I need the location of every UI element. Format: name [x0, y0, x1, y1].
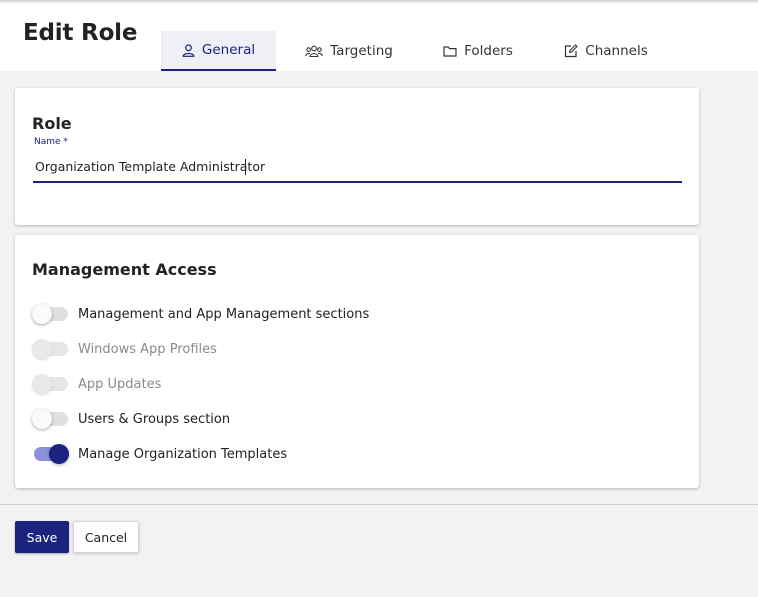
windows-app-profiles-toggle	[32, 339, 68, 359]
tab-folders[interactable]: Folders	[432, 31, 524, 71]
text-caret	[245, 159, 246, 175]
name-field-label: Name *	[34, 137, 68, 147]
app-updates-toggle	[32, 374, 68, 394]
toggle-thumb	[32, 339, 52, 359]
role-name-input[interactable]	[33, 152, 682, 183]
person-icon	[182, 43, 195, 57]
toggle-row-app-updates: App Updates	[32, 372, 161, 396]
group-icon	[305, 45, 323, 57]
toggle-row-users-groups: Users & Groups section	[32, 407, 230, 431]
page-header: Edit Role General Targeting Folders Chan…	[0, 0, 758, 71]
toggle-label: Users & Groups section	[78, 411, 231, 427]
role-card: Role Name *	[15, 88, 699, 225]
manage-org-templates-toggle[interactable]	[32, 444, 69, 464]
tab-channels[interactable]: Channels	[553, 31, 659, 71]
page-title: Edit Role	[23, 20, 138, 46]
management-access-title: Management Access	[32, 260, 217, 279]
footer-divider	[0, 504, 758, 505]
edit-icon	[565, 44, 578, 58]
tab-label: Folders	[464, 43, 513, 59]
cancel-button[interactable]: Cancel	[73, 521, 139, 553]
tab-label: Channels	[585, 43, 648, 59]
toggle-row-management-sections: Management and App Management sections	[32, 302, 369, 326]
toggle-label: App Updates	[78, 376, 162, 392]
management-sections-toggle[interactable]	[32, 304, 68, 324]
toggle-thumb	[49, 444, 69, 464]
management-access-card: Management Access Management and App Man…	[15, 235, 699, 488]
folder-icon	[443, 46, 457, 57]
top-shadow	[0, 0, 758, 4]
toggle-label: Windows App Profiles	[78, 341, 217, 357]
tab-general[interactable]: General	[161, 31, 276, 71]
users-groups-toggle[interactable]	[32, 409, 68, 429]
toggle-thumb	[32, 409, 52, 429]
role-card-title: Role	[32, 114, 72, 133]
toggle-row-windows-app-profiles: Windows App Profiles	[32, 337, 217, 361]
toggle-thumb	[32, 374, 52, 394]
tab-label: Targeting	[330, 43, 393, 59]
toggle-thumb	[32, 304, 52, 324]
toggle-label: Management and App Management sections	[78, 306, 370, 322]
toggle-row-manage-org-templates: Manage Organization Templates	[32, 442, 287, 466]
tab-targeting[interactable]: Targeting	[296, 31, 402, 71]
tab-label: General	[201, 42, 256, 58]
save-button[interactable]: Save	[15, 521, 69, 553]
toggle-label: Manage Organization Templates	[78, 446, 288, 462]
